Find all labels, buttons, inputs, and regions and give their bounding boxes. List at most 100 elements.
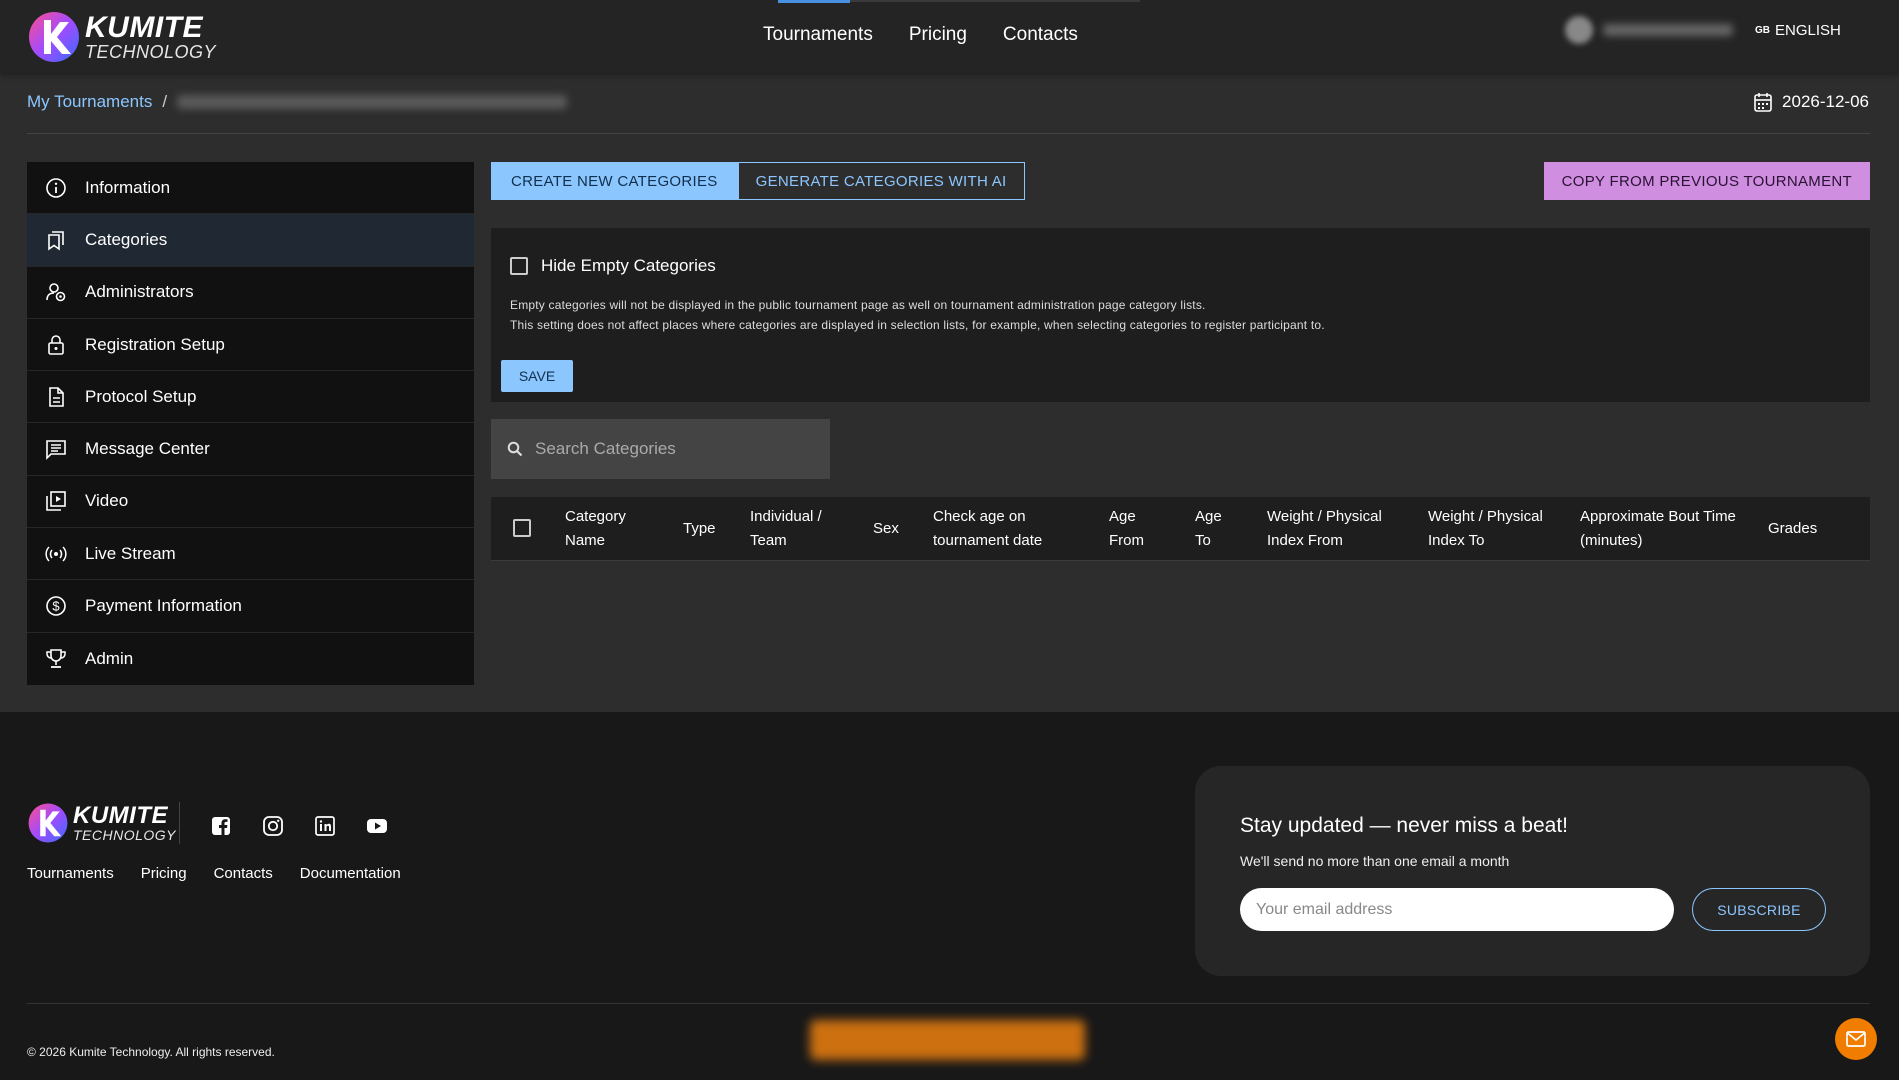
nav-active-indicator	[778, 0, 850, 3]
user-area: GB ENGLISH	[1565, 16, 1841, 44]
column-header-check-age[interactable]: Check age on tournament date	[933, 505, 1042, 553]
linkedin-icon[interactable]	[311, 812, 339, 840]
sidebar-item-label: Categories	[85, 229, 168, 249]
avatar[interactable]	[1565, 16, 1593, 44]
generate-categories-ai-button[interactable]: GENERATE CATEGORIES WITH AI	[737, 162, 1025, 200]
footer-logo-divider	[179, 802, 180, 844]
hide-empty-label: Hide Empty Categories	[541, 256, 716, 275]
sidebar-item-label: Admin	[85, 648, 134, 668]
column-header-category-name[interactable]: Category Name	[565, 505, 626, 553]
header-divider	[27, 133, 1870, 134]
sidebar-item-admin[interactable]: Admin	[27, 633, 474, 685]
social-links	[207, 812, 391, 840]
sidebar-item-label: Payment Information	[85, 596, 242, 616]
description-line-2: This setting does not affect places wher…	[510, 318, 1325, 332]
footer-link-documentation[interactable]: Documentation	[300, 865, 401, 882]
categories-table-header: Category Name Type Individual / Team Sex C…	[491, 497, 1870, 561]
column-header-individual-team[interactable]: Individual / Team	[750, 505, 822, 553]
sidebar-item-information[interactable]: Information	[27, 162, 474, 215]
date-value: 2026-12-06	[1782, 92, 1869, 111]
footer-link-contacts[interactable]: Contacts	[214, 865, 273, 882]
message-icon	[45, 438, 67, 461]
language-label: ENGLISH	[1775, 21, 1841, 39]
info-icon	[45, 177, 67, 199]
hide-empty-checkbox[interactable]	[510, 257, 528, 275]
sidebar-item-payment-information[interactable]: $ Payment Information	[27, 580, 474, 633]
brand-name-line2: TECHNOLOGY	[85, 42, 217, 62]
copyright: © 2026 Kumite Technology. All rights res…	[27, 1045, 275, 1059]
sidebar-item-label: Protocol Setup	[85, 386, 197, 406]
sidebar-item-protocol-setup[interactable]: Protocol Setup	[27, 371, 474, 424]
subscribe-button[interactable]: SUBSCRIBE	[1692, 888, 1826, 931]
sidebar-item-label: Message Center	[85, 439, 210, 459]
description-line-1: Empty categories will not be displayed i…	[510, 298, 1206, 312]
select-all-checkbox[interactable]	[513, 519, 531, 537]
footer-link-pricing[interactable]: Pricing	[141, 865, 187, 882]
newsletter-card: Stay updated — never miss a beat! We'll …	[1195, 766, 1870, 976]
sidebar-item-message-center[interactable]: Message Center	[27, 423, 474, 476]
sidebar-item-registration-setup[interactable]: Registration Setup	[27, 319, 474, 372]
nav-track	[850, 0, 1140, 2]
chat-button[interactable]	[1835, 1018, 1877, 1060]
video-library-icon	[45, 490, 67, 512]
blurred-banner[interactable]	[810, 1020, 1085, 1060]
breadcrumb-my-tournaments[interactable]: My Tournaments	[27, 92, 152, 112]
search-categories	[491, 419, 830, 479]
search-input[interactable]	[535, 439, 815, 459]
sidebar-item-live-stream[interactable]: Live Stream	[27, 528, 474, 581]
column-header-age-from[interactable]: Age From	[1109, 505, 1144, 553]
sidebar-item-label: Administrators	[85, 282, 194, 302]
search-icon	[507, 441, 523, 457]
main-nav: Tournaments Pricing Contacts	[763, 24, 1078, 46]
sidebar-item-label: Information	[85, 177, 171, 197]
footer-brand-line2: TECHNOLOGY	[73, 827, 177, 843]
column-header-bout-time[interactable]: Approximate Bout Time (minutes)	[1580, 505, 1736, 553]
sidebar: Information Categories Administrators Re…	[27, 162, 474, 685]
column-header-weight-from[interactable]: Weight / Physical Index From	[1267, 505, 1382, 553]
nav-pricing[interactable]: Pricing	[909, 24, 967, 46]
brand-logo[interactable]: KUMITE TECHNOLOGY	[27, 10, 216, 64]
kumite-logo-icon	[29, 12, 79, 62]
sidebar-item-administrators[interactable]: Administrators	[27, 267, 474, 319]
instagram-icon[interactable]	[259, 812, 287, 840]
language-code: GB	[1755, 24, 1770, 36]
footer-link-tournaments[interactable]: Tournaments	[27, 865, 114, 882]
dollar-icon: $	[45, 595, 67, 617]
copy-from-previous-button[interactable]: COPY FROM PREVIOUS TOURNAMENT	[1543, 162, 1870, 200]
footer-links: Tournaments Pricing Contacts Documentati…	[27, 865, 401, 882]
column-header-type[interactable]: Type	[683, 517, 716, 541]
nav-contacts[interactable]: Contacts	[1003, 24, 1078, 46]
column-header-sex[interactable]: Sex	[873, 517, 899, 541]
facebook-icon[interactable]	[207, 812, 235, 840]
save-button[interactable]: SAVE	[501, 360, 573, 392]
hide-empty-settings-card: Hide Empty Categories Empty categories w…	[491, 228, 1870, 402]
user-name-blurred[interactable]	[1603, 24, 1733, 36]
sidebar-item-video[interactable]: Video	[27, 476, 474, 529]
document-icon	[45, 386, 67, 408]
footer: KUMITE TECHNOLOGY Tournaments Pricing Co…	[0, 712, 1899, 1080]
trophy-icon	[45, 648, 67, 670]
newsletter-title: Stay updated — never miss a beat!	[1240, 814, 1569, 837]
column-header-weight-to[interactable]: Weight / Physical Index To	[1428, 505, 1543, 553]
breadcrumb: My Tournaments /	[27, 92, 568, 112]
hide-empty-description: Empty categories will not be displayed i…	[510, 295, 1325, 335]
column-header-age-to[interactable]: Age To	[1195, 505, 1222, 553]
calendar-icon	[1754, 93, 1772, 112]
bookmarks-icon	[45, 229, 67, 251]
sidebar-item-label: Video	[85, 491, 129, 511]
language-selector[interactable]: GB ENGLISH	[1755, 22, 1841, 39]
svg-text:$: $	[52, 599, 60, 614]
column-header-grades[interactable]: Grades	[1768, 517, 1817, 541]
footer-logo[interactable]: KUMITE TECHNOLOGY	[27, 802, 176, 844]
youtube-icon[interactable]	[363, 812, 391, 840]
hide-empty-row: Hide Empty Categories	[510, 256, 716, 276]
footer-brand-line1: KUMITE	[73, 802, 168, 829]
email-field[interactable]	[1240, 888, 1674, 931]
sidebar-item-categories[interactable]: Categories	[27, 214, 474, 267]
breadcrumb-tournament-name-blurred	[177, 95, 568, 109]
newsletter-subtitle: We'll send no more than one email a mont…	[1240, 853, 1510, 869]
brand-name-line1: KUMITE	[85, 11, 203, 44]
create-categories-button[interactable]: CREATE NEW CATEGORIES	[491, 162, 738, 200]
tournament-date: 2026-12-06	[1754, 92, 1869, 112]
nav-tournaments[interactable]: Tournaments	[763, 24, 873, 46]
